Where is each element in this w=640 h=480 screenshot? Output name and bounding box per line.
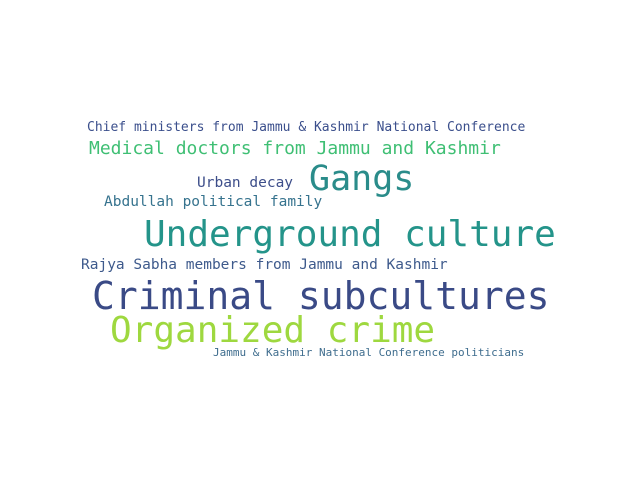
word-cloud: Chief ministers from Jammu & Kashmir Nat… — [0, 0, 640, 480]
word-chief-ministers: Chief ministers from Jammu & Kashmir Nat… — [87, 120, 526, 135]
word-underground-culture: Underground culture — [144, 214, 556, 255]
word-organized-crime: Organized crime — [110, 310, 436, 351]
word-abdullah-family: Abdullah political family — [104, 194, 323, 210]
word-urban-decay: Urban decay — [197, 175, 294, 191]
word-gangs: Gangs — [309, 159, 415, 199]
word-medical-doctors: Medical doctors from Jammu and Kashmir — [89, 138, 501, 159]
word-nc-politicians: Jammu & Kashmir National Conference poli… — [213, 346, 525, 359]
word-rajya-sabha: Rajya Sabha members from Jammu and Kashm… — [81, 257, 448, 273]
